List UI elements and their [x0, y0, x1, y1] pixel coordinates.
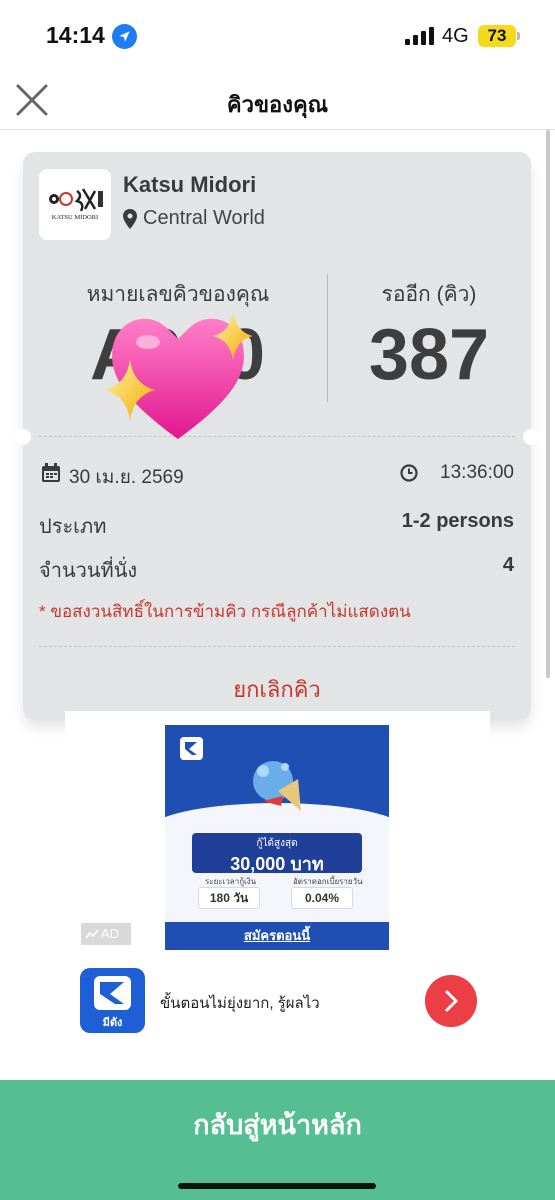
battery-level: 73 [478, 25, 516, 47]
back-to-home-button[interactable]: กลับสู่หน้าหลัก [0, 1080, 555, 1200]
header: คิวของคุณ [0, 70, 555, 130]
store-logo-text: KATSU MIDORI [52, 214, 98, 221]
ad-apply-now-button[interactable]: สมัครตอนนี้ [165, 922, 389, 950]
location-arrow-icon [112, 24, 137, 49]
calendar-icon [42, 463, 60, 482]
skip-queue-notice: * ขอสงวนสิทธิ์ในการข้ามคิว กรณีลูกค้าไม่… [39, 602, 411, 621]
chevron-right-icon[interactable] [425, 975, 477, 1027]
queues-ahead-count: 387 [368, 315, 490, 395]
ad-container: กู้ได้สูงสุด 30,000 บาท ระยะเวลากู้เงิน … [65, 711, 490, 1079]
type-value: 1-2 persons [401, 510, 514, 532]
ad-app-name: มีตัง [102, 1017, 123, 1029]
ticket-notch-left [15, 429, 31, 445]
cancel-queue-button[interactable]: ยกเลิกคิว [23, 672, 531, 707]
ad-loan-amount: 30,000 บาท [230, 854, 324, 874]
vertical-divider [327, 274, 328, 402]
queue-time: 13:36:00 [440, 462, 514, 483]
home-indicator [178, 1183, 376, 1189]
store-logo: KATSU MIDORI [39, 169, 111, 240]
battery-cap [517, 32, 520, 40]
store-branch: Central World [143, 207, 265, 229]
ad-term-value: 180 วัน [198, 887, 260, 909]
store-name: Katsu Midori [123, 172, 257, 197]
ticket-divider [39, 646, 515, 647]
clock-icon [400, 464, 418, 482]
seats-value: 4 [502, 554, 514, 576]
ad-app-logo-icon [94, 976, 131, 1010]
back-to-home-label: กลับสู่หน้าหลัก [193, 1110, 362, 1140]
seats-label: จำนวนที่นั่ง [39, 560, 138, 582]
ad-badge-icon [85, 929, 99, 939]
heart-sparkle-sticker [105, 312, 253, 439]
status-time: 14:14 [46, 22, 105, 48]
network-label: 4G [442, 25, 469, 47]
ad-tagline[interactable]: ขั้นตอนไม่ยุ่งยาก, รู้ผลไว [160, 991, 320, 1015]
queues-ahead-label: รออีก (คิว) [381, 283, 477, 306]
ad-brand-icon [180, 737, 203, 760]
ad-loan-box: กู้ได้สูงสุด 30,000 บาท [192, 833, 362, 874]
signal-icon [405, 27, 434, 45]
ad-badge-label: AD [101, 926, 120, 941]
queue-date: 30 เม.ย. 2569 [69, 467, 184, 488]
queue-ticket: KATSU MIDORI Katsu Midori Central World … [15, 152, 539, 720]
type-label: ประเภท [39, 516, 107, 538]
ticket-notch-right [523, 429, 539, 445]
ad-badge: AD [81, 923, 131, 945]
page-title: คิวของคุณ [226, 92, 329, 117]
map-pin-icon [123, 209, 137, 229]
water-splash-icon [253, 761, 301, 811]
status-bar: 14:14 4G 73 [0, 0, 555, 70]
ad-app-icon[interactable]: มีตัง [80, 968, 145, 1033]
ad-banner[interactable]: กู้ได้สูงสุด 30,000 บาท ระยะเวลากู้เงิน … [165, 725, 389, 950]
scrollbar[interactable] [546, 130, 550, 678]
ad-rate-value: 0.04% [291, 887, 353, 909]
